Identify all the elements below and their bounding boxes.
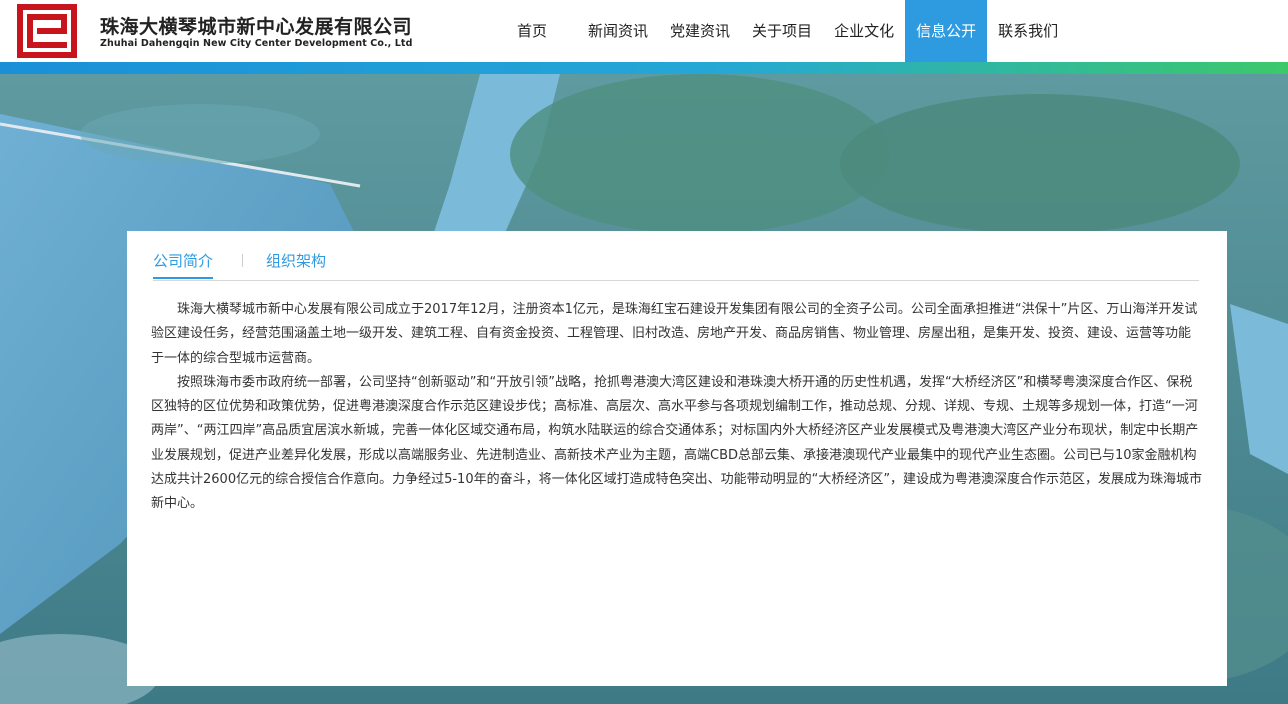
company-logo-icon[interactable] bbox=[17, 4, 77, 58]
company-profile-article: 珠海大横琴城市新中心发展有限公司成立于2017年12月，注册资本1亿元，是珠海红… bbox=[151, 298, 1203, 517]
company-name-cn: 珠海大横琴城市新中心发展有限公司 bbox=[100, 16, 413, 38]
site-header: 珠海大横琴城市新中心发展有限公司 Zhuhai Dahengqin New Ci… bbox=[0, 0, 1288, 62]
nav-item-about[interactable]: 关于项目 bbox=[741, 0, 823, 62]
content-tabs: 公司简介 组织架构 bbox=[153, 246, 1199, 281]
company-name-en: Zhuhai Dahengqin New City Center Develop… bbox=[100, 38, 413, 49]
nav-item-disclosure[interactable]: 信息公开 bbox=[905, 0, 988, 62]
nav-item-party[interactable]: 党建资讯 bbox=[659, 0, 741, 62]
tab-separator bbox=[242, 254, 243, 267]
nav-item-culture[interactable]: 企业文化 bbox=[823, 0, 905, 62]
article-paragraph: 珠海大横琴城市新中心发展有限公司成立于2017年12月，注册资本1亿元，是珠海红… bbox=[151, 302, 1198, 366]
tab-company-profile[interactable]: 公司简介 bbox=[153, 250, 214, 279]
header-accent-bar bbox=[0, 62, 1288, 74]
article-paragraph: 按照珠海市委市政府统一部署，公司坚持“创新驱动”和“开放引领”战略，抢抓粤港澳大… bbox=[151, 374, 1203, 512]
nav-item-contact[interactable]: 联系我们 bbox=[987, 0, 1069, 62]
content-card: 公司简介 组织架构 珠海大横琴城市新中心发展有限公司成立于2017年12月，注册… bbox=[127, 231, 1227, 686]
main-nav: 首页 新闻资讯 党建资讯 关于项目 企业文化 信息公开 联系我们 bbox=[492, 0, 1069, 62]
nav-item-home[interactable]: 首页 bbox=[492, 0, 577, 62]
tab-org-structure[interactable]: 组织架构 bbox=[266, 250, 326, 271]
nav-item-news[interactable]: 新闻资讯 bbox=[577, 0, 659, 62]
